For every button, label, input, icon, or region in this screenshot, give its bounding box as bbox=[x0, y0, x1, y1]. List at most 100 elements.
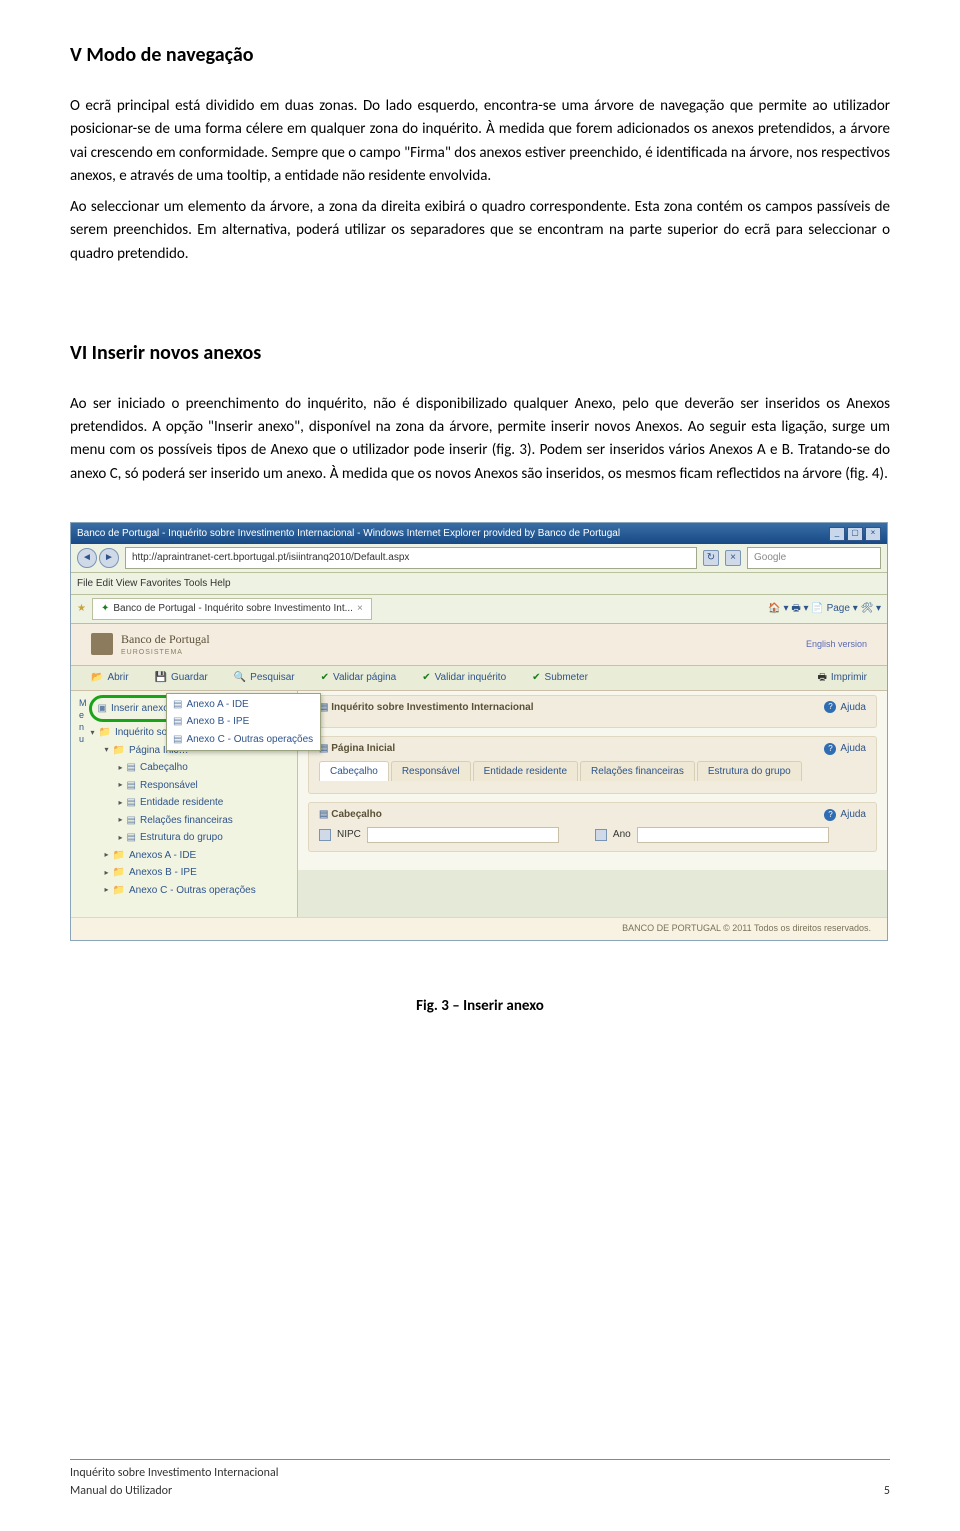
tab-responsavel[interactable]: Responsável bbox=[391, 761, 471, 782]
folder-icon: 📁 bbox=[113, 865, 125, 881]
site-header: Banco de Portugal EUROSISTEMA English ve… bbox=[71, 624, 887, 666]
page-number: 5 bbox=[884, 1482, 890, 1501]
submeter-button[interactable]: ✔Submeter bbox=[532, 670, 588, 686]
window-titlebar: Banco de Portugal - Inquérito sobre Inve… bbox=[71, 523, 887, 545]
paragraph: Ao seleccionar um elemento da árvore, a … bbox=[70, 196, 890, 266]
refresh-button[interactable]: ↻ bbox=[703, 550, 719, 566]
tab-estrutura[interactable]: Estrutura do grupo bbox=[697, 761, 802, 782]
page-footer: Inquérito sobre Investimento Internacion… bbox=[70, 1459, 890, 1501]
page-icon: ▤ bbox=[127, 778, 136, 794]
heading-section-v: V Modo de navegação bbox=[70, 40, 890, 71]
nipc-input[interactable] bbox=[367, 827, 559, 843]
tab-entidade[interactable]: Entidade residente bbox=[473, 761, 578, 782]
page-icon: ▤ bbox=[173, 697, 182, 713]
folder-icon: 📁 bbox=[99, 725, 111, 741]
field-nipc: NIPC bbox=[319, 827, 559, 843]
tree-relacoes[interactable]: ▸▤Relações financeiras bbox=[91, 812, 290, 830]
search-icon: 🔍 bbox=[234, 670, 246, 686]
forward-button[interactable]: ► bbox=[99, 548, 119, 568]
ano-input[interactable] bbox=[637, 827, 829, 843]
help-icon: ? bbox=[824, 701, 836, 713]
browser-page-tools[interactable]: 🏠 ▾ 🖶 ▾ 📄 Page ▾ 🛠 ▾ bbox=[768, 601, 881, 617]
page-icon: ▤ bbox=[173, 714, 182, 730]
folder-icon: 📁 bbox=[113, 743, 125, 759]
tree-responsavel[interactable]: ▸▤Responsável bbox=[91, 777, 290, 795]
stop-button[interactable]: × bbox=[725, 550, 741, 566]
tab-close-icon[interactable]: × bbox=[357, 601, 363, 617]
doc-icon: ▣ bbox=[98, 701, 107, 717]
panel-cabecalho: ▤ Cabeçalho ?Ajuda NIPC Ano bbox=[308, 802, 877, 852]
tab-strip: Cabeçalho Responsável Entidade residente… bbox=[319, 761, 866, 782]
print-icon: 🖶 bbox=[817, 670, 826, 686]
panel-title: ▤ Inquérito sobre Investimento Internaci… bbox=[319, 700, 534, 716]
tree-anexos-a[interactable]: ▸📁Anexos A - IDE bbox=[91, 847, 290, 865]
help-icon: ? bbox=[824, 809, 836, 821]
ajuda-link[interactable]: ?Ajuda bbox=[824, 807, 866, 823]
submenu-anexo-a[interactable]: ▤Anexo A - IDE bbox=[171, 696, 316, 714]
field-label: NIPC bbox=[337, 827, 361, 843]
eurosystem-label: EUROSISTEMA bbox=[121, 648, 210, 659]
page-icon: ▤ bbox=[127, 813, 136, 829]
submenu-anexo-b[interactable]: ▤Anexo B - IPE bbox=[171, 713, 316, 731]
url-field[interactable]: http://apraintranet-cert.bportugal.pt/is… bbox=[125, 547, 697, 569]
ajuda-link[interactable]: ?Ajuda bbox=[824, 700, 866, 716]
minimize-button[interactable]: _ bbox=[829, 527, 845, 541]
folder-icon: 📁 bbox=[113, 883, 125, 899]
abrir-button[interactable]: 📂Abrir bbox=[91, 670, 129, 686]
heading-section-vi: VI Inserir novos anexos bbox=[70, 338, 890, 369]
english-version-link[interactable]: English version bbox=[806, 638, 867, 652]
back-button[interactable]: ◄ bbox=[77, 548, 97, 568]
address-bar-row: ◄ ► http://apraintranet-cert.bportugal.p… bbox=[71, 544, 887, 573]
window-buttons: _ ▢ × bbox=[829, 527, 881, 541]
submenu-anexo-c[interactable]: ▤Anexo C - Outras operações bbox=[171, 731, 316, 749]
validar-inquerito-button[interactable]: ✔Validar inquérito bbox=[422, 670, 506, 686]
help-icon: ? bbox=[824, 743, 836, 755]
tab-relacoes[interactable]: Relações financeiras bbox=[580, 761, 695, 782]
check-icon: ✔ bbox=[532, 670, 540, 686]
check-icon: ✔ bbox=[422, 670, 430, 686]
page-icon: ▤ bbox=[127, 830, 136, 846]
close-button[interactable]: × bbox=[865, 527, 881, 541]
imprimir-button[interactable]: 🖶Imprimir bbox=[817, 670, 867, 686]
folder-icon: 📁 bbox=[113, 848, 125, 864]
tree-entidade[interactable]: ▸▤Entidade residente bbox=[91, 794, 290, 812]
paragraph: Ao ser iniciado o preenchimento do inqué… bbox=[70, 393, 890, 486]
tree-anexos-b[interactable]: ▸📁Anexos B - IPE bbox=[91, 864, 290, 882]
panel-title: ▤ Cabeçalho bbox=[319, 807, 382, 823]
favorites-icon[interactable]: ★ bbox=[77, 601, 86, 617]
panel-inquerito: ▤ Inquérito sobre Investimento Internaci… bbox=[308, 695, 877, 729]
validar-pagina-button[interactable]: ✔Validar página bbox=[321, 670, 397, 686]
tree-anexo-c[interactable]: ▸📁Anexo C - Outras operações bbox=[91, 882, 290, 900]
paragraph: O ecrã principal está dividido em duas z… bbox=[70, 95, 890, 188]
pesquisar-button[interactable]: 🔍Pesquisar bbox=[234, 670, 295, 686]
figure-caption: Fig. 3 – Inserir anexo bbox=[70, 995, 890, 1018]
footer-line-2: Manual do Utilizador bbox=[70, 1482, 278, 1501]
field-icon bbox=[595, 829, 607, 841]
open-icon: 📂 bbox=[91, 670, 103, 686]
menu-vertical-label: M e n u bbox=[79, 697, 91, 900]
field-icon bbox=[319, 829, 331, 841]
browser-tab[interactable]: ✦ Banco de Portugal - Inquérito sobre In… bbox=[92, 598, 372, 620]
page-icon: ▤ bbox=[319, 809, 328, 820]
maximize-button[interactable]: ▢ bbox=[847, 527, 863, 541]
tab-cabecalho[interactable]: Cabeçalho bbox=[319, 761, 389, 782]
app-toolbar: 📂Abrir 💾Guardar 🔍Pesquisar ✔Validar pági… bbox=[71, 666, 887, 691]
bank-name: Banco de Portugal bbox=[121, 630, 210, 649]
tab-favicon: ✦ bbox=[101, 601, 109, 617]
panel-pagina-inicial: ▤ Página Inicial ?Ajuda Cabeçalho Respon… bbox=[308, 736, 877, 794]
ajuda-link[interactable]: ?Ajuda bbox=[824, 741, 866, 757]
main-panel: ▤ Inquérito sobre Investimento Internaci… bbox=[298, 691, 887, 870]
tree-estrutura[interactable]: ▸▤Estrutura do grupo bbox=[91, 829, 290, 847]
bank-crest-icon bbox=[91, 633, 113, 655]
guardar-button[interactable]: 💾Guardar bbox=[155, 670, 208, 686]
panel-title: ▤ Página Inicial bbox=[319, 741, 395, 757]
copyright: BANCO DE PORTUGAL © 2011 Todos os direit… bbox=[71, 917, 887, 940]
inserir-anexo-submenu: ▤Anexo A - IDE ▤Anexo B - IPE ▤Anexo C -… bbox=[166, 693, 321, 752]
browser-menu[interactable]: File Edit View Favorites Tools Help bbox=[71, 573, 887, 596]
tree-cabecalho[interactable]: ▸▤Cabeçalho bbox=[91, 759, 290, 777]
browser-screenshot: Banco de Portugal - Inquérito sobre Inve… bbox=[70, 522, 888, 941]
search-field[interactable]: Google bbox=[747, 547, 881, 569]
check-icon: ✔ bbox=[321, 670, 329, 686]
window-title: Banco de Portugal - Inquérito sobre Inve… bbox=[77, 526, 620, 542]
tree-panel: M e n u ▣Inserir anexo ▸ ▾📁Inquérito sob… bbox=[71, 691, 298, 918]
